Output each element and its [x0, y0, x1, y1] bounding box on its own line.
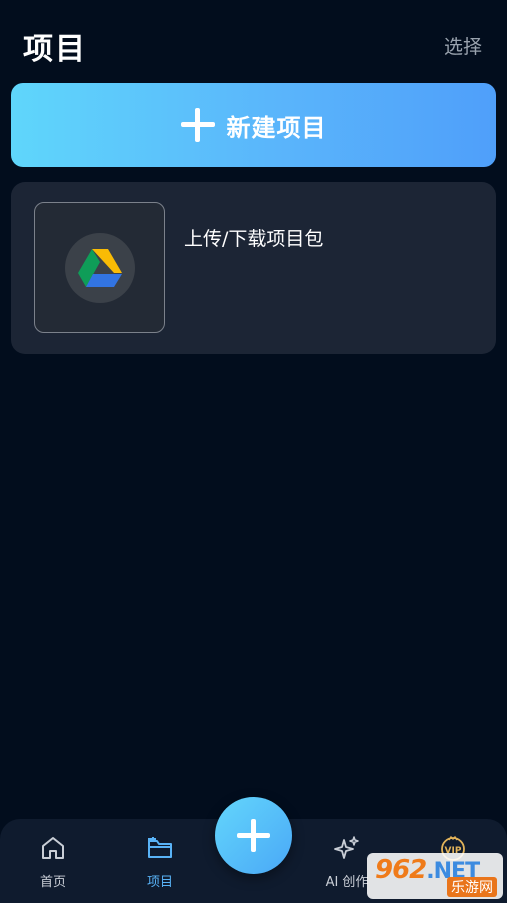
tab-projects[interactable]: 项目	[115, 819, 205, 903]
plus-icon	[180, 108, 215, 142]
upload-download-label: 上传/下载项目包	[184, 228, 324, 250]
new-project-label: 新建项目	[226, 113, 327, 142]
tab-ai-create-label: AI 创作	[325, 875, 369, 890]
add-fab-button[interactable]	[215, 797, 292, 874]
select-button[interactable]: 选择	[444, 32, 482, 59]
page-title: 项目	[23, 32, 87, 67]
home-icon	[42, 837, 64, 859]
project-thumbnail	[34, 202, 165, 333]
new-project-button[interactable]: 新建项目	[11, 83, 496, 167]
tab-home-label: 首页	[39, 875, 66, 890]
tab-home[interactable]: 首页	[8, 819, 98, 903]
google-drive-icon	[77, 248, 122, 287]
watermark-logo: 962.NET 乐游网	[367, 853, 503, 899]
watermark-brand-number: 962	[375, 855, 427, 885]
header: 项目 选择	[0, 0, 507, 80]
folder-icon	[148, 837, 172, 858]
drive-icon-background	[64, 232, 135, 303]
watermark-sub: 乐游网	[447, 877, 497, 897]
tab-projects-label: 项目	[146, 875, 173, 890]
sparkle-icon	[334, 836, 359, 859]
upload-download-card[interactable]: 上传/下载项目包	[11, 182, 496, 354]
